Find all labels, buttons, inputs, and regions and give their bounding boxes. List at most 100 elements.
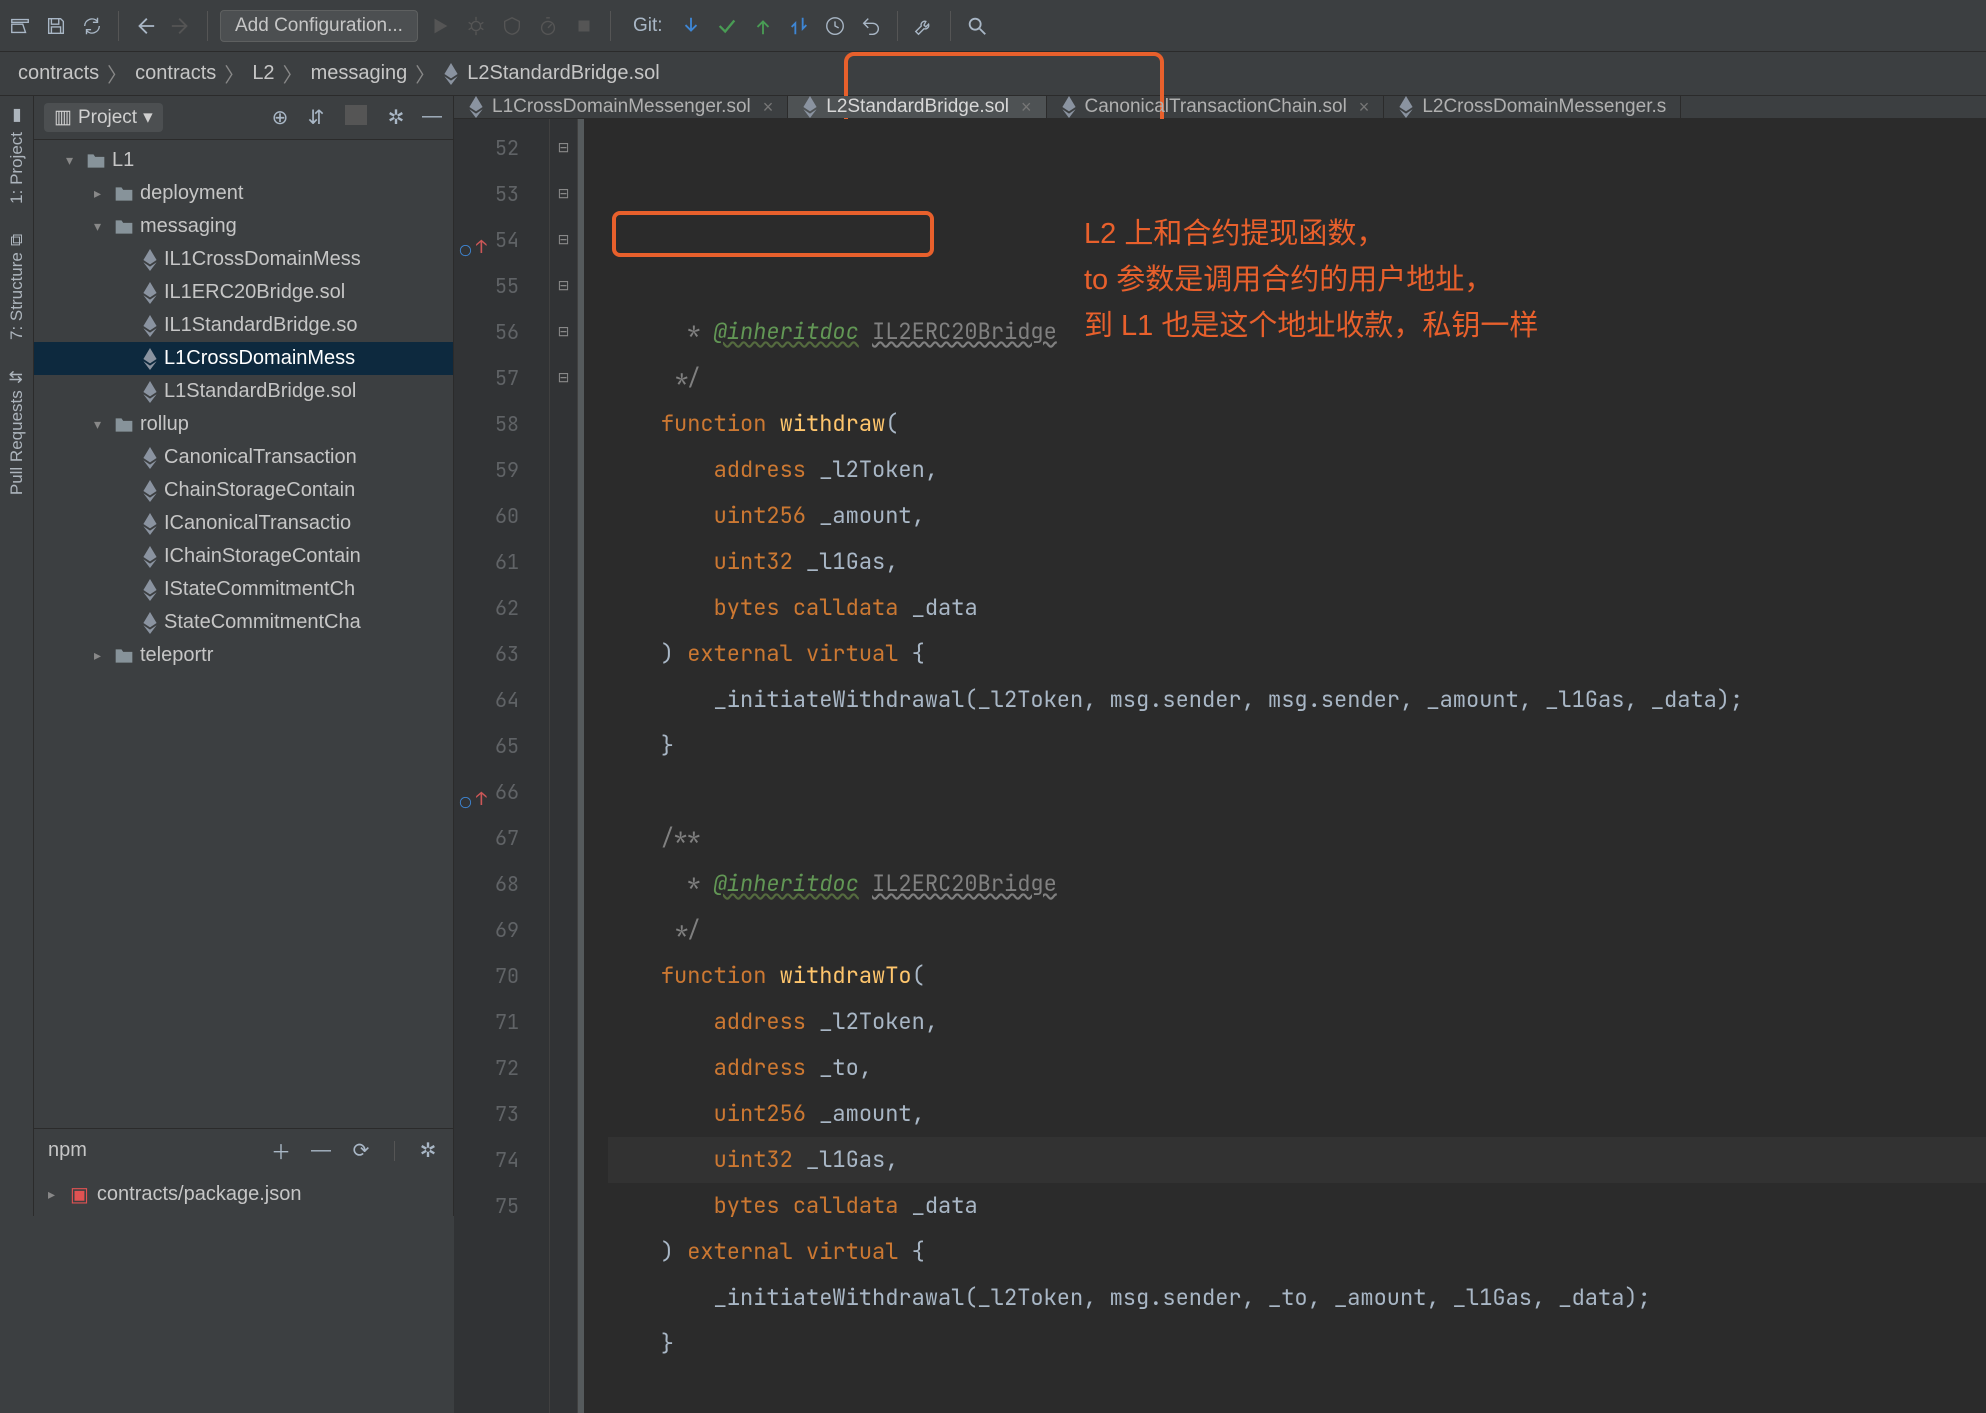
coverage-icon[interactable] [498,12,526,40]
profile-icon[interactable] [534,12,562,40]
run-icon[interactable] [426,12,454,40]
tree-item[interactable]: StateCommitmentCha [34,606,453,639]
editor-tab[interactable]: L2CrossDomainMessenger.s [1384,96,1681,118]
tree-item[interactable]: ▸teleportr [34,639,453,672]
wrench-icon[interactable] [910,12,938,40]
rail-tab-structure[interactable]: 7: Structure ⧉ [7,234,27,340]
git-fetch-icon[interactable] [785,12,813,40]
divider [610,11,611,41]
main-toolbar: Add Configuration... Git: [0,0,1986,52]
forward-icon[interactable] [167,12,195,40]
ethereum-icon [142,546,158,568]
breadcrumb-item[interactable]: L2StandardBridge.sol [467,62,659,85]
fold-column[interactable]: ⊟⊟⊟⊟⊟⊟ [550,119,578,1413]
tree-item-label: IL1ERC20Bridge.sol [164,281,345,304]
rail-tab-project[interactable]: 1: Project ▮ [7,106,27,204]
chevron-right-icon: 〉 [415,59,435,88]
folder-icon [114,647,134,665]
editor-tab[interactable]: L2StandardBridge.sol × [788,96,1046,118]
stop-icon[interactable] [570,12,598,40]
gear-icon[interactable]: ✲ [417,1138,439,1163]
tab-label: L2StandardBridge.sol [826,96,1009,118]
editor-tab[interactable]: L1CrossDomainMessenger.sol× [454,96,788,118]
chevron-right-icon: 〉 [224,59,244,88]
project-view-selector[interactable]: ▥ Project ▾ [44,103,163,132]
ethereum-icon [802,96,818,118]
tree-item[interactable]: IL1ERC20Bridge.sol [34,276,453,309]
npm-tree[interactable]: ▸ ▣ contracts/package.json [34,1172,453,1216]
back-icon[interactable] [131,12,159,40]
folder-icon [114,185,134,203]
search-icon[interactable] [963,12,991,40]
chevron-down-icon[interactable]: ▾ [94,218,108,235]
tree-item-label: L1StandardBridge.sol [164,380,356,403]
close-icon[interactable]: × [1359,97,1370,118]
debug-icon[interactable] [462,12,490,40]
tree-item[interactable]: IL1StandardBridge.so [34,309,453,342]
breadcrumb-item[interactable]: messaging [311,62,408,85]
code-content[interactable]: L2 上和合约提现函数， to 参数是调用合约的用户地址， 到 L1 也是这个地… [584,119,1986,1413]
tree-item-label: L1CrossDomainMess [164,347,355,370]
open-icon[interactable] [6,12,34,40]
close-icon[interactable]: × [763,97,774,118]
tree-item-label: deployment [140,182,243,205]
npm-panel-header: npm ＋ — ⟳ ✲ [34,1128,453,1172]
rail-tab-pull-requests[interactable]: Pull Requests ⇵ [7,370,27,495]
editor-tabs: L1CrossDomainMessenger.sol×L2StandardBri… [454,96,1986,119]
ethereum-icon [142,513,158,535]
line-number-gutter: 525354◯↑555657585960616263646566◯↑676869… [454,119,550,1413]
refresh-icon[interactable] [78,12,106,40]
annotation-text: L2 上和合约提现函数， to 参数是调用合约的用户地址， 到 L1 也是这个地… [1084,211,1538,349]
history-icon[interactable] [821,12,849,40]
chevron-down-icon[interactable]: ▾ [66,152,80,169]
npm-label: npm [48,1139,87,1162]
tree-item[interactable]: ▾messaging [34,210,453,243]
breadcrumb-item[interactable]: contracts [18,62,99,85]
save-icon[interactable] [42,12,70,40]
target-icon[interactable]: ⊕ [269,105,291,130]
ethereum-icon [142,282,158,304]
tree-item[interactable]: IChainStorageContain [34,540,453,573]
run-config-button[interactable]: Add Configuration... [220,10,418,42]
chevron-right-icon[interactable]: ▸ [94,647,108,664]
chevron-right-icon[interactable]: ▸ [94,185,108,202]
tree-item[interactable]: L1CrossDomainMess [34,342,453,375]
git-push-icon[interactable] [749,12,777,40]
git-commit-icon[interactable] [713,12,741,40]
divider [207,11,208,41]
gear-icon[interactable]: ✲ [385,105,407,130]
remove-icon[interactable]: — [310,1139,332,1162]
project-tree[interactable]: ▾L1 ▸ deployment ▾messagingIL1CrossDomainMe… [34,140,453,1128]
ethereum-icon [142,480,158,502]
code-editor[interactable]: 525354◯↑555657585960616263646566◯↑676869… [454,119,1986,1413]
add-icon[interactable]: ＋ [270,1136,292,1165]
tree-item[interactable]: IStateCommitmentCh [34,573,453,606]
git-pull-icon[interactable] [677,12,705,40]
tree-item[interactable]: ▾L1 [34,144,453,177]
breadcrumb-item[interactable]: contracts [135,62,216,85]
editor-tab[interactable]: CanonicalTransactionChain.sol × [1047,96,1385,118]
tree-item[interactable]: ▾rollup [34,408,453,441]
tree-item-label: StateCommitmentCha [164,611,361,634]
tree-item[interactable]: CanonicalTransaction [34,441,453,474]
breadcrumb-item[interactable]: L2 [252,62,274,85]
tree-item-label: IStateCommitmentCh [164,578,355,601]
divider [950,11,951,41]
expand-icon[interactable]: ⇵ [305,105,327,130]
hide-icon[interactable]: — [421,105,443,130]
sync-icon[interactable]: ⟳ [350,1138,372,1163]
tree-item[interactable]: L1StandardBridge.sol [34,375,453,408]
package-json-icon: ▣ [70,1182,89,1207]
tree-item[interactable]: ICanonicalTransactio [34,507,453,540]
tab-label: CanonicalTransactionChain.sol [1085,96,1347,118]
tree-item-label: IL1StandardBridge.so [164,314,357,337]
close-icon[interactable]: × [1021,97,1032,118]
project-icon: ▥ [54,106,72,129]
tree-item[interactable]: IL1CrossDomainMess [34,243,453,276]
tree-item[interactable]: ▸ deployment [34,177,453,210]
tree-item[interactable]: ChainStorageContain [34,474,453,507]
ethereum-icon [142,579,158,601]
chevron-down-icon[interactable]: ▾ [94,416,108,433]
tool-window-rail: 1: Project ▮ 7: Structure ⧉ Pull Request… [0,96,34,1216]
undo-icon[interactable] [857,12,885,40]
